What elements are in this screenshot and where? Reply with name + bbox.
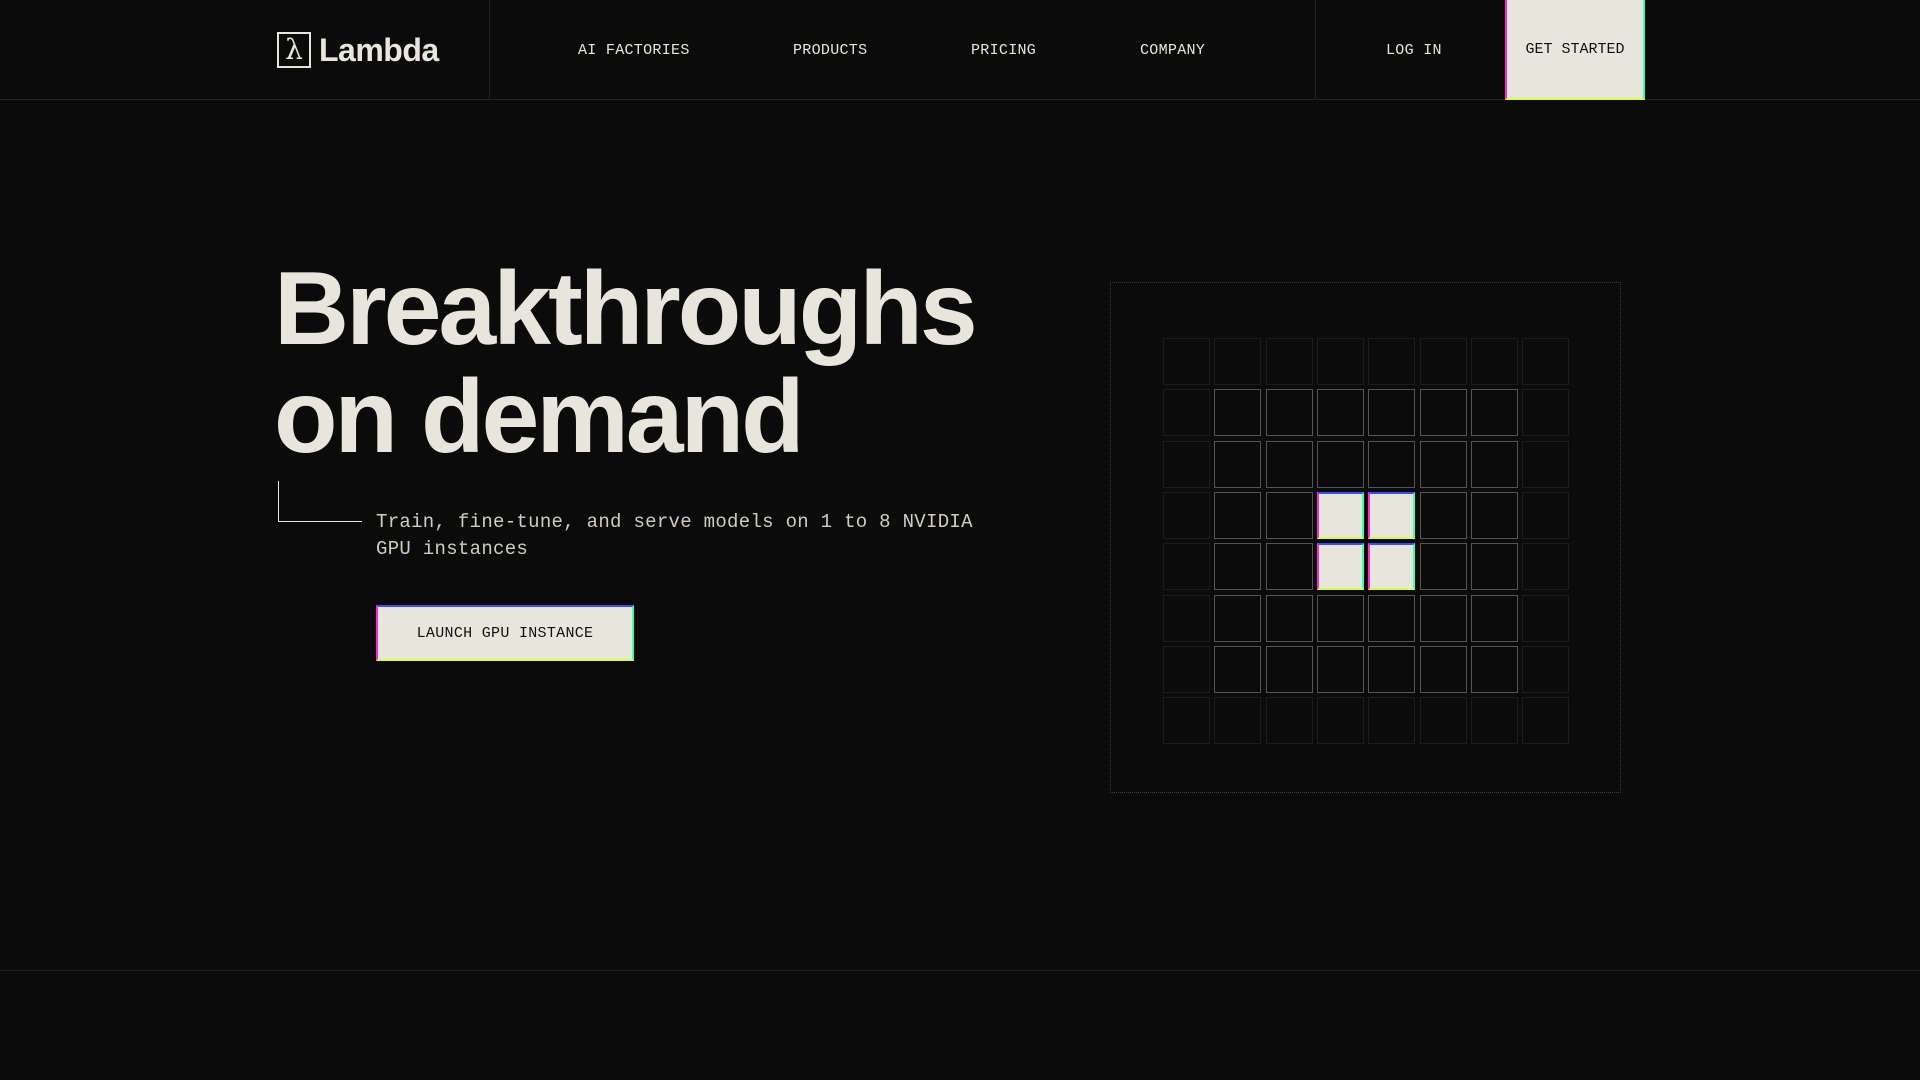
section-divider bbox=[0, 970, 1920, 971]
grid-cell bbox=[1265, 491, 1313, 539]
grid-cell bbox=[1419, 594, 1467, 642]
grid-cell bbox=[1316, 389, 1364, 437]
grid-cell bbox=[1419, 389, 1467, 437]
grid-cell bbox=[1522, 594, 1570, 642]
grid-cell bbox=[1163, 645, 1210, 693]
grid-cell-active bbox=[1316, 491, 1364, 539]
grid-cell bbox=[1522, 645, 1570, 693]
nav-item-company[interactable]: COMPANY bbox=[1140, 0, 1205, 100]
grid-cell bbox=[1214, 697, 1262, 745]
grid-cell bbox=[1265, 697, 1313, 745]
grid-cell bbox=[1522, 697, 1570, 745]
grid-cell bbox=[1214, 440, 1262, 488]
grid-cell bbox=[1470, 491, 1518, 539]
lambda-icon: λ bbox=[277, 32, 311, 68]
grid-cell bbox=[1368, 440, 1416, 488]
grid-cell bbox=[1419, 543, 1467, 591]
grid-cell bbox=[1368, 697, 1416, 745]
top-navigation: λ Lambda AI FACTORIES PRODUCTS PRICING C… bbox=[0, 0, 1920, 100]
grid-cell bbox=[1470, 389, 1518, 437]
grid-cell bbox=[1265, 440, 1313, 488]
grid-cell bbox=[1470, 645, 1518, 693]
grid-cell bbox=[1368, 645, 1416, 693]
nav-divider bbox=[1315, 0, 1316, 100]
grid-cell-active bbox=[1316, 543, 1364, 591]
grid-cell bbox=[1265, 543, 1313, 591]
grid-cell bbox=[1214, 594, 1262, 642]
grid-cell bbox=[1419, 338, 1467, 385]
grid-cell bbox=[1163, 594, 1210, 642]
hero-title: Breakthroughs on demand bbox=[274, 255, 1034, 471]
nav-item-ai-factories[interactable]: AI FACTORIES bbox=[578, 0, 690, 100]
grid-cell bbox=[1265, 645, 1313, 693]
grid-cell bbox=[1419, 697, 1467, 745]
grid-cell bbox=[1368, 338, 1416, 385]
nav-divider bbox=[489, 0, 490, 100]
hero-title-line2: on demand bbox=[274, 359, 805, 475]
grid-cell bbox=[1470, 697, 1518, 745]
grid-cell bbox=[1470, 440, 1518, 488]
grid-cell bbox=[1214, 491, 1262, 539]
grid-cell bbox=[1470, 594, 1518, 642]
grid-cell bbox=[1316, 440, 1364, 488]
grid-cell bbox=[1522, 440, 1570, 488]
grid-cell bbox=[1522, 389, 1570, 437]
grid-cell bbox=[1470, 338, 1518, 385]
grid-cell bbox=[1265, 389, 1313, 437]
gpu-grid-illustration bbox=[1110, 282, 1621, 793]
grid-cell bbox=[1522, 338, 1570, 385]
decorative-bracket bbox=[278, 481, 362, 522]
grid-cell bbox=[1522, 543, 1570, 591]
grid-cell bbox=[1522, 491, 1570, 539]
logo-text: Lambda bbox=[319, 31, 439, 68]
grid-cell bbox=[1163, 440, 1210, 488]
grid-cell bbox=[1214, 645, 1262, 693]
grid-cell bbox=[1419, 645, 1467, 693]
launch-gpu-instance-button[interactable]: LAUNCH GPU INSTANCE bbox=[376, 605, 634, 661]
grid-cell bbox=[1470, 543, 1518, 591]
nav-item-pricing[interactable]: PRICING bbox=[971, 0, 1036, 100]
login-link[interactable]: LOG IN bbox=[1386, 0, 1442, 100]
grid-cell bbox=[1265, 594, 1313, 642]
grid-cell bbox=[1316, 645, 1364, 693]
grid-cell bbox=[1163, 389, 1210, 437]
hero-subtitle: Train, fine-tune, and serve models on 1 … bbox=[376, 511, 973, 560]
nav-item-products[interactable]: PRODUCTS bbox=[793, 0, 867, 100]
grid-cell bbox=[1419, 440, 1467, 488]
grid-cell-active bbox=[1368, 543, 1416, 591]
grid-cell bbox=[1214, 338, 1262, 385]
grid-cell bbox=[1368, 389, 1416, 437]
grid-cell bbox=[1163, 697, 1210, 745]
grid-cell-active bbox=[1368, 491, 1416, 539]
grid-cell bbox=[1316, 594, 1364, 642]
get-started-button[interactable]: GET STARTED bbox=[1505, 0, 1645, 100]
grid-cell bbox=[1163, 491, 1210, 539]
grid-cell bbox=[1214, 389, 1262, 437]
grid-cell bbox=[1316, 697, 1364, 745]
grid-cell bbox=[1265, 338, 1313, 385]
grid-cell bbox=[1368, 594, 1416, 642]
hero-title-line1: Breakthroughs bbox=[274, 251, 978, 367]
grid-cell bbox=[1163, 338, 1210, 385]
grid-cell bbox=[1214, 543, 1262, 591]
grid-cell bbox=[1419, 491, 1467, 539]
grid-cell bbox=[1163, 543, 1210, 591]
lambda-logo[interactable]: λ Lambda bbox=[277, 32, 439, 68]
grid-cell bbox=[1316, 338, 1364, 385]
